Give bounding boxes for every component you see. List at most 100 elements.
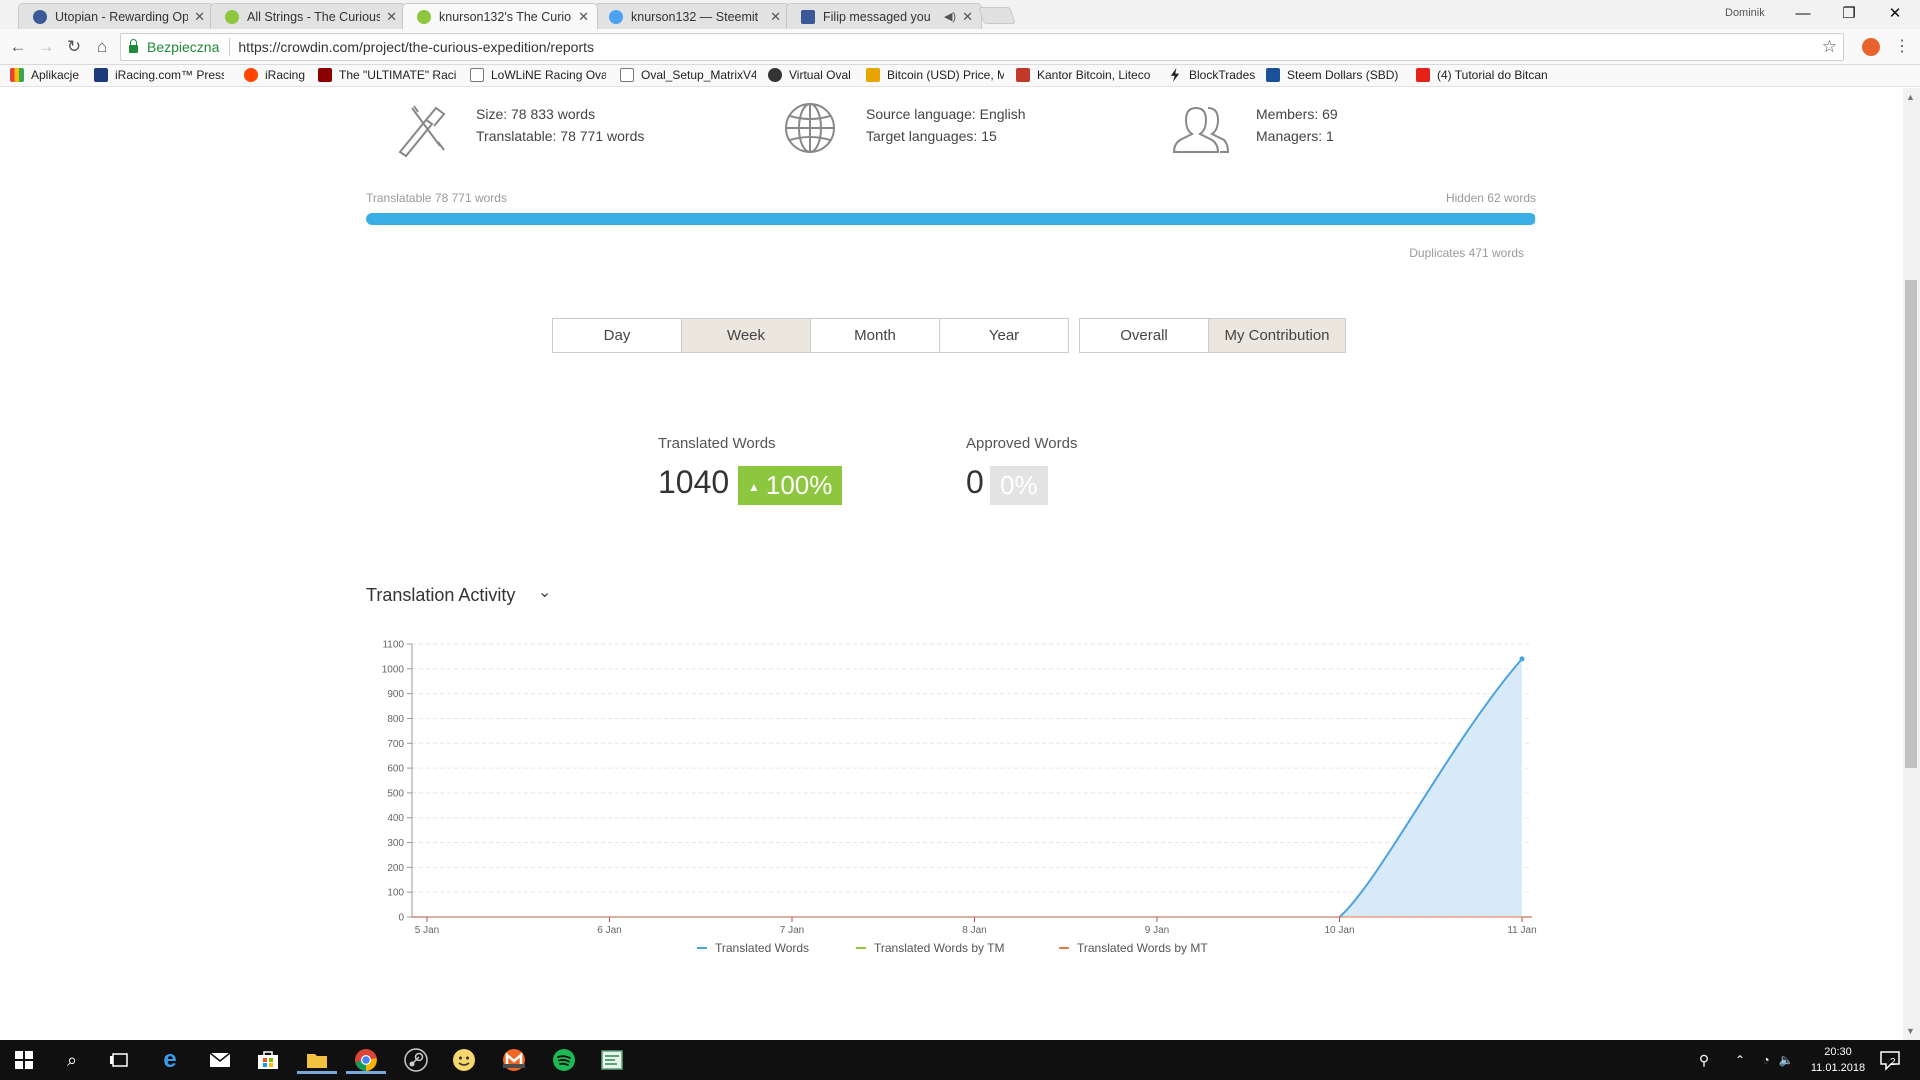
edge-icon[interactable]: e (156, 1046, 184, 1074)
tray-expand-icon[interactable]: ⌃ (1726, 1046, 1754, 1074)
tray-clock[interactable]: 20:30 11.01.2018 (1810, 1044, 1866, 1076)
browser-menu-icon[interactable]: ⋮ (1894, 36, 1910, 56)
bookmark-label: Kantor Bitcoin, Liteco (1037, 68, 1151, 82)
close-tab-icon[interactable]: ✕ (962, 9, 973, 25)
minimize-icon[interactable]: — (1780, 2, 1826, 26)
back-icon[interactable]: ← (6, 35, 30, 59)
windows-start-icon[interactable] (10, 1046, 38, 1074)
translation-activity-title[interactable]: Translation Activity (366, 585, 515, 606)
translation-activity-chart: 0 100 200 300 400 500 600 700 800 900 1000 1100 5 Ja… (382, 640, 1537, 956)
speaker-icon[interactable]: ◀) (944, 10, 956, 23)
bookmark-item[interactable]: LoWLiNE Racing Ova (470, 68, 606, 82)
profile-name[interactable]: Dominik (1725, 7, 1765, 19)
emoji-app-icon[interactable] (450, 1046, 478, 1074)
bookmark-item[interactable]: BlockTrades (1168, 68, 1255, 82)
bookmark-star-icon[interactable]: ☆ (1822, 37, 1837, 57)
address-bar[interactable]: Bezpieczna https://crowdin.com/project/t… (120, 33, 1844, 61)
translatable-label: Translatable 78 771 words (366, 191, 507, 205)
close-tab-icon[interactable]: ✕ (194, 9, 205, 25)
close-tab-icon[interactable]: ✕ (770, 9, 781, 25)
project-members-block: Members: 69 Managers: 1 (1256, 103, 1338, 147)
volume-icon[interactable]: 🔈 (1772, 1046, 1800, 1074)
explorer-icon[interactable] (297, 1046, 337, 1074)
y-tick-label: 800 (387, 714, 404, 725)
translated-percent: 100% (765, 470, 833, 500)
bookmark-item[interactable]: (4) Tutorial do Bitcan (1416, 68, 1556, 82)
bookmark-item[interactable]: The "ULTIMATE" Raci (318, 68, 456, 82)
close-tab-icon[interactable]: ✕ (386, 9, 397, 25)
tab-month[interactable]: Month (810, 318, 940, 353)
bookmark-item[interactable]: Virtual Oval (768, 68, 851, 82)
monero-icon[interactable] (500, 1046, 528, 1074)
x-tick-label: 11 Jan (1507, 925, 1536, 936)
bookmark-item[interactable]: Aplikacje (10, 68, 79, 82)
tab-week[interactable]: Week (681, 318, 811, 353)
facebook-favicon-icon (801, 9, 815, 24)
x-tick-label: 5 Jan (415, 925, 439, 936)
tab-day[interactable]: Day (552, 318, 682, 353)
chevron-down-icon[interactable]: ⌄ (538, 582, 551, 602)
x-tick-label: 8 Jan (962, 925, 986, 936)
bookmark-label: Virtual Oval (789, 68, 851, 82)
tab-overall[interactable]: Overall (1079, 318, 1209, 353)
close-tab-icon[interactable]: ✕ (578, 9, 589, 25)
bookmark-item[interactable]: Bitcoin (USD) Price, M (866, 68, 1004, 82)
url-text[interactable]: https://crowdin.com/project/the-curious-… (238, 39, 594, 55)
app-window-icon[interactable] (598, 1046, 626, 1074)
tab-year[interactable]: Year (939, 318, 1069, 353)
task-view-icon[interactable] (106, 1046, 134, 1074)
legend-label: Translated Words by TM (874, 941, 1005, 955)
words-progress-fill (366, 213, 1536, 225)
steemit-favicon-icon (609, 9, 623, 24)
bookmark-item[interactable]: Steem Dollars (SBD) p (1266, 68, 1402, 82)
words-progress-bar (366, 213, 1536, 225)
bookmark-label: (4) Tutorial do Bitcan (1437, 68, 1548, 82)
browser-tab[interactable]: Utopian - Rewarding Op ✕ (18, 3, 214, 29)
data-point (1519, 656, 1525, 662)
steem-icon (1266, 68, 1280, 82)
browser-tab[interactable]: knurson132 — Steemit ✕ (594, 3, 790, 29)
reload-icon[interactable]: ↻ (62, 35, 86, 59)
bookmark-item[interactable]: Oval_Setup_MatrixV4 (620, 68, 756, 82)
tab-title: Filip messaged you (823, 9, 931, 24)
bookmark-label: Bitcoin (USD) Price, M (887, 68, 1004, 82)
search-icon[interactable]: ⌕ (58, 1046, 86, 1074)
clock-time: 20:30 (1824, 1046, 1852, 1058)
scroll-up-icon[interactable]: ▲ (1906, 92, 1915, 102)
close-window-icon[interactable]: ✕ (1872, 2, 1918, 26)
source-language: Source language: English (866, 106, 1026, 122)
url-separator (229, 38, 231, 56)
restore-icon[interactable]: ❐ (1826, 2, 1872, 26)
extension-icon[interactable] (1862, 38, 1880, 56)
browser-tab[interactable]: Filip messaged you ◀) ✕ (786, 3, 982, 29)
home-icon[interactable]: ⌂ (90, 35, 114, 59)
legend-label: Translated Words (715, 941, 809, 955)
translated-words-value: 1040 (658, 464, 730, 500)
steam-icon[interactable] (402, 1046, 430, 1074)
scroll-down-icon[interactable]: ▼ (1906, 1026, 1915, 1036)
store-icon[interactable] (254, 1046, 282, 1074)
notification-count: 2 (1890, 1057, 1896, 1068)
tab-my-contribution[interactable]: My Contribution (1208, 318, 1346, 353)
notifications-icon[interactable]: 2 (1876, 1046, 1904, 1074)
active-app-indicator (346, 1071, 386, 1074)
forward-icon[interactable]: → (34, 35, 58, 59)
y-tick-label: 900 (387, 689, 404, 700)
y-tick-label: 0 (398, 913, 404, 924)
bookmark-item[interactable]: iRacing (244, 68, 305, 82)
browser-tab[interactable]: All Strings - The Curious ✕ (210, 3, 406, 29)
mail-icon[interactable] (206, 1046, 234, 1074)
y-tick-label: 600 (387, 764, 404, 775)
chrome-icon[interactable] (346, 1046, 386, 1074)
bookmark-item[interactable]: iRacing.com™ Press F (94, 68, 224, 82)
legend-label: Translated Words by MT (1077, 941, 1208, 955)
bookmark-item[interactable]: Kantor Bitcoin, Liteco (1016, 68, 1154, 82)
new-tab-button[interactable] (978, 7, 1016, 24)
spotify-icon[interactable] (550, 1046, 578, 1074)
bookmark-label: Steem Dollars (SBD) p (1287, 68, 1402, 82)
project-translatable: Translatable: 78 771 words (476, 128, 645, 144)
browser-tab-active[interactable]: knurson132's The Curiou ✕ (402, 3, 598, 29)
scrollbar-thumb[interactable] (1905, 280, 1917, 768)
x-tick-label: 7 Jan (780, 925, 804, 936)
people-icon[interactable]: ⚲ (1690, 1046, 1718, 1074)
